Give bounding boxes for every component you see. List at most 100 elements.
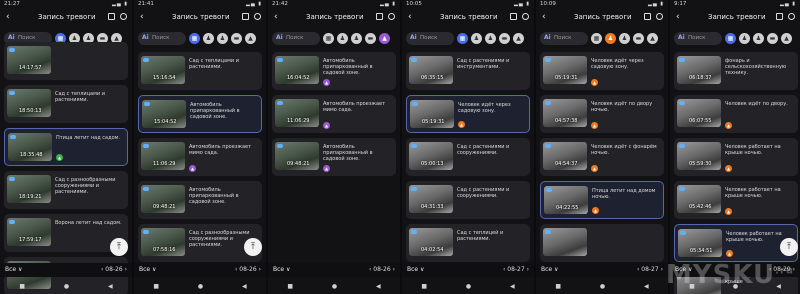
search-input[interactable]: Ai Поиск — [138, 32, 186, 45]
scroll-top-button[interactable]: ⤒ — [244, 238, 262, 256]
alarm-card[interactable]: 14:17:57 — [4, 42, 128, 80]
back-arrow-icon[interactable]: ‹ — [676, 12, 680, 22]
filter-all-dropdown[interactable]: Все ∨ — [541, 266, 558, 273]
filter-person-icon[interactable]: ♟ — [203, 33, 214, 44]
alarm-card[interactable]: 05:42:46 Человек работает на крыше ночью.… — [674, 181, 798, 219]
alarm-card[interactable]: 18:19:21 Сад с разнообразными сооружениям… — [4, 171, 128, 209]
alarm-card[interactable]: 05:34:51 Человек работает на крыше ночью.… — [674, 224, 798, 262]
back-arrow-icon[interactable]: ‹ — [274, 12, 278, 22]
alarm-card[interactable]: 04:54:37 Человек идёт с фонарём ночью. ▲ — [540, 138, 664, 176]
home-icon[interactable]: ● — [466, 283, 471, 290]
filter-person-icon[interactable]: ♟ — [337, 33, 348, 44]
recent-apps-icon[interactable]: ■ — [153, 283, 159, 290]
filter-vehicle-icon[interactable]: ▬ — [231, 33, 242, 44]
filter-all-icon[interactable]: ▦ — [457, 33, 468, 44]
filter-all-dropdown[interactable]: Все ∨ — [407, 266, 424, 273]
search-input[interactable]: Ai Поиск — [272, 32, 320, 45]
next-date-icon[interactable]: › — [659, 266, 663, 273]
delete-icon[interactable] — [776, 13, 783, 20]
filter-all-icon[interactable]: ▦ — [725, 33, 736, 44]
home-icon[interactable]: ● — [64, 283, 69, 290]
alarm-card[interactable]: 09:48:21 Автомобиль припаркованный в садо… — [138, 181, 262, 219]
back-arrow-icon[interactable]: ‹ — [140, 12, 144, 22]
delete-icon[interactable] — [242, 13, 249, 20]
filter-pet-icon[interactable]: ♟ — [217, 33, 228, 44]
date-pager[interactable]: ‹ 08-27 › — [637, 266, 663, 273]
settings-icon[interactable] — [120, 13, 127, 20]
back-arrow-icon[interactable]: ‹ — [542, 12, 546, 22]
alarm-card[interactable]: 05:59:30 Человек работает на крыше ночью.… — [674, 138, 798, 176]
back-icon[interactable]: ◀ — [108, 283, 113, 290]
filter-pet-icon[interactable]: ♟ — [619, 33, 630, 44]
back-icon[interactable]: ◀ — [242, 283, 247, 290]
alarm-card[interactable]: 05:00:13 Сад с растениями и сооружениями. — [406, 138, 530, 176]
filter-all-icon[interactable]: ▦ — [323, 33, 334, 44]
filter-fire-icon[interactable]: ▲ — [781, 33, 792, 44]
alarm-card[interactable]: 05:19:31 Человек идёт через садовую зону.… — [406, 95, 530, 133]
settings-icon[interactable] — [522, 13, 529, 20]
filter-all-dropdown[interactable]: Все ∨ — [5, 266, 22, 273]
alarm-card[interactable]: 06:18:37 фонарь и сельскохозяйственную те… — [674, 52, 798, 90]
recent-apps-icon[interactable]: ■ — [19, 283, 25, 290]
date-pager[interactable]: ‹ 08-26 › — [369, 266, 395, 273]
alarm-card[interactable]: 04:22:55 Птица летит над домом ночью. ▲ — [540, 181, 664, 219]
date-pager[interactable]: ‹ 08-26 › — [235, 266, 261, 273]
filter-pet-icon[interactable]: ♟ — [753, 33, 764, 44]
filter-person-icon[interactable]: ♟ — [739, 33, 750, 44]
recent-apps-icon[interactable]: ■ — [421, 283, 427, 290]
alarm-card[interactable]: 07:58:16 Сад с разнообразными сооружениям… — [138, 224, 262, 262]
filter-all-dropdown[interactable]: Все ∨ — [139, 266, 156, 273]
search-input[interactable]: Ai Поиск — [674, 32, 722, 45]
filter-vehicle-icon[interactable]: ▬ — [365, 33, 376, 44]
filter-fire-icon[interactable]: ▲ — [647, 33, 658, 44]
filter-vehicle-icon[interactable]: ▬ — [767, 33, 778, 44]
delete-icon[interactable] — [510, 13, 517, 20]
recent-apps-icon[interactable]: ■ — [555, 283, 561, 290]
filter-all-dropdown[interactable]: Все ∨ — [273, 266, 290, 273]
filter-person-icon[interactable]: ♟ — [471, 33, 482, 44]
alarm-card[interactable] — [540, 224, 664, 262]
home-icon[interactable]: ● — [600, 283, 605, 290]
alarm-card[interactable]: 04:57:38 Человек идёт по двору ночью. ▲ — [540, 95, 664, 133]
filter-all-icon[interactable]: ▦ — [189, 33, 200, 44]
back-icon[interactable]: ◀ — [644, 283, 649, 290]
alarm-card[interactable]: 09:48:21 Автомобиль припаркованный в садо… — [272, 138, 396, 176]
filter-person-icon[interactable]: ♟ — [605, 33, 616, 44]
alarm-card[interactable]: 04:02:54 Сад с теплицей и растениями. — [406, 224, 530, 262]
next-date-icon[interactable]: › — [257, 266, 261, 273]
filter-fire-icon[interactable]: ▲ — [513, 33, 524, 44]
next-date-icon[interactable]: › — [123, 266, 127, 273]
search-input[interactable]: Ai Поиск — [540, 32, 588, 45]
alarm-card[interactable]: 06:07:55 Человек идёт по двору. ▲ — [674, 95, 798, 133]
alarm-card[interactable]: 18:35:48 Птица летит над садом. ▲ — [4, 128, 128, 166]
alarm-card[interactable]: 15:16:54 Сад с теплицами и растениями. — [138, 52, 262, 90]
filter-fire-icon[interactable]: ▲ — [379, 33, 390, 44]
alarm-card[interactable]: 11:06:29 Автомобиль проезжает мимо сада. ▲ — [272, 95, 396, 133]
settings-icon[interactable] — [788, 13, 795, 20]
alarm-card[interactable]: 16:04:52 Автомобиль припаркованный в садо… — [272, 52, 396, 90]
alarm-card[interactable]: 04:31:33 Сад с растениями и сооружениями. — [406, 181, 530, 219]
settings-icon[interactable] — [254, 13, 261, 20]
filter-vehicle-icon[interactable]: ▬ — [499, 33, 510, 44]
date-pager[interactable]: ‹ 08-27 › — [503, 266, 529, 273]
settings-icon[interactable] — [656, 13, 663, 20]
scroll-top-button[interactable]: ⤒ — [110, 238, 128, 256]
search-input[interactable]: Ai Поиск — [406, 32, 454, 45]
alarm-card[interactable]: 06:35:15 Сад с растениями и инструментами… — [406, 52, 530, 90]
back-icon[interactable]: ◀ — [510, 283, 515, 290]
back-arrow-icon[interactable]: ‹ — [408, 12, 412, 22]
filter-pet-icon[interactable]: ♟ — [485, 33, 496, 44]
alarm-card[interactable]: 05:19:31 Человек идёт через садовую зону.… — [540, 52, 664, 90]
home-icon[interactable]: ● — [332, 283, 337, 290]
alarm-card[interactable]: 11:06:29 Автомобиль проезжает мимо сада. ▲ — [138, 138, 262, 176]
scroll-top-button[interactable]: ⤒ — [780, 238, 798, 256]
filter-all-icon[interactable]: ▦ — [591, 33, 602, 44]
home-icon[interactable]: ● — [198, 283, 203, 290]
settings-icon[interactable] — [388, 13, 395, 20]
delete-icon[interactable] — [376, 13, 383, 20]
next-date-icon[interactable]: › — [391, 266, 395, 273]
next-date-icon[interactable]: › — [525, 266, 529, 273]
alarm-card[interactable]: 15:04:52 Автомобиль припаркованный в садо… — [138, 95, 262, 133]
delete-icon[interactable] — [108, 13, 115, 20]
recent-apps-icon[interactable]: ■ — [287, 283, 293, 290]
